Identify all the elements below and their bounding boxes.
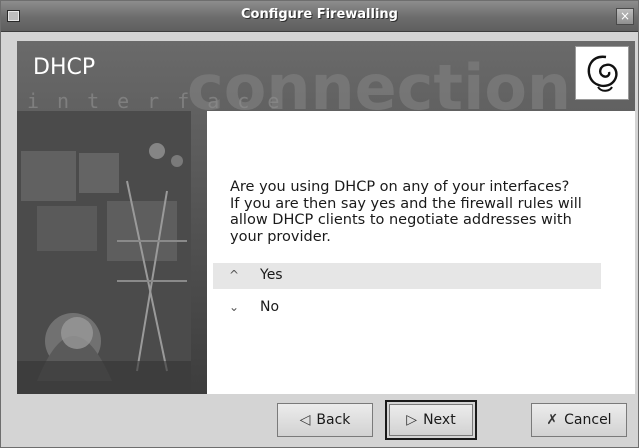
option-no-label: No: [260, 299, 280, 315]
svg-text:interface: interface: [27, 89, 297, 113]
back-button[interactable]: ◁ Back: [277, 403, 373, 437]
debian-logo-icon: [575, 46, 629, 100]
question-text: Are you using DHCP on any of your interf…: [230, 179, 582, 245]
back-button-label: Back: [316, 412, 351, 428]
next-button[interactable]: ▷ Next: [389, 404, 473, 436]
radio-up-icon: ^: [228, 268, 240, 282]
cancel-button[interactable]: ✗ Cancel: [531, 403, 627, 437]
back-arrow-icon: ◁: [299, 412, 311, 428]
next-button-label: Next: [423, 412, 456, 428]
dialog-window: Configure Firewalling × connection inter…: [0, 0, 639, 448]
content-panel: [207, 111, 635, 394]
option-no[interactable]: ⌄ No: [213, 295, 601, 321]
cancel-x-icon: ✗: [546, 412, 559, 428]
option-yes[interactable]: ^ Yes: [213, 263, 601, 289]
close-button[interactable]: ×: [616, 8, 634, 25]
cancel-button-label: Cancel: [564, 412, 612, 428]
banner-heading: DHCP: [33, 55, 96, 80]
radio-down-icon: ⌄: [228, 300, 240, 314]
title-bar[interactable]: Configure Firewalling ×: [1, 1, 638, 32]
option-yes-label: Yes: [260, 267, 283, 283]
window-title: Configure Firewalling: [241, 7, 398, 22]
next-arrow-icon: ▷: [406, 412, 418, 428]
